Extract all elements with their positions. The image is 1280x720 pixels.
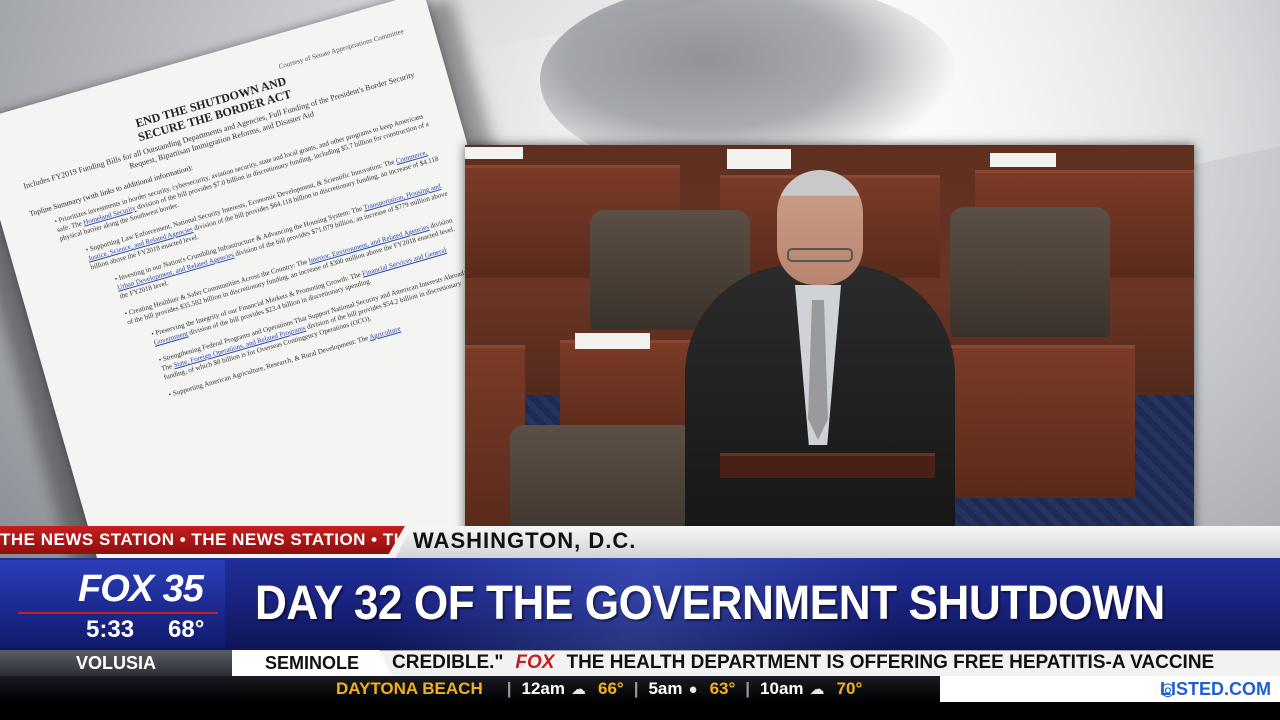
station-crawl-bar: THE NEWS STATION • THE NEWS STATION • TH… xyxy=(0,526,405,554)
clock-time: 5:33 xyxy=(86,616,135,643)
fox-ticker-icon: FOX xyxy=(515,652,555,673)
senate-desk xyxy=(940,345,1135,498)
location-bar: WASHINGTON, D.C. xyxy=(395,526,1280,558)
clear-moon-icon: ● xyxy=(688,680,698,698)
forecast-temp: 66° xyxy=(597,679,624,698)
current-temperature: 68° xyxy=(168,616,205,643)
weather-separator: | xyxy=(506,679,512,698)
logo-divider xyxy=(18,612,218,614)
forecast-temp: 63° xyxy=(709,679,736,698)
bottom-strip xyxy=(0,702,1280,720)
location-label: WASHINGTON, D.C. xyxy=(413,528,637,553)
desk-paper xyxy=(575,333,650,349)
desk-paper xyxy=(465,147,523,159)
station-crawl-text: THE NEWS STATION • THE NEWS STATION • TH… xyxy=(0,530,405,549)
weather-separator: | xyxy=(745,679,751,698)
ticker-tab-seminole: SEMINOLE xyxy=(232,650,392,676)
forecast-time: 5am xyxy=(648,679,683,698)
ticker-text-before: CREDIBLE." xyxy=(392,652,504,673)
senate-chair xyxy=(950,207,1110,337)
partly-sunny-icon: ☁ xyxy=(809,681,825,698)
desk-paper xyxy=(990,153,1056,167)
ticker-tab-volusia: VOLUSIA xyxy=(0,650,232,676)
senator-head xyxy=(777,170,863,285)
lectern xyxy=(720,453,935,478)
weather-city: DAYTONA BEACH xyxy=(336,679,483,698)
ticker-text-after: THE HEALTH DEPARTMENT IS OFFERING FREE H… xyxy=(566,652,1215,673)
sponsor-text: LISTED.COM xyxy=(1160,679,1271,699)
forecast-temp: 70° xyxy=(836,679,863,698)
video-frame xyxy=(465,145,1194,555)
forecast-time: 12am xyxy=(521,679,565,698)
ticker-text: CREDIBLE." FOX THE HEALTH DEPARTMENT IS OF… xyxy=(392,650,1280,676)
headline-text: DAY 32 OF THE GOVERNMENT SHUTDOWN xyxy=(255,577,1165,630)
sponsor-bar: ◎ LISTED.COM xyxy=(940,676,1280,702)
partly-cloudy-icon: ☁ xyxy=(570,681,586,698)
forecast-time: 10am xyxy=(760,679,804,698)
weather-forecast: DAYTONA BEACH | 12am ☁ 66° | 5am ● 63° |… xyxy=(336,676,862,702)
desk-paper xyxy=(727,149,791,169)
weather-separator: | xyxy=(633,679,639,698)
glasses-icon xyxy=(787,248,853,262)
station-logo: FOX 35 xyxy=(78,568,204,610)
